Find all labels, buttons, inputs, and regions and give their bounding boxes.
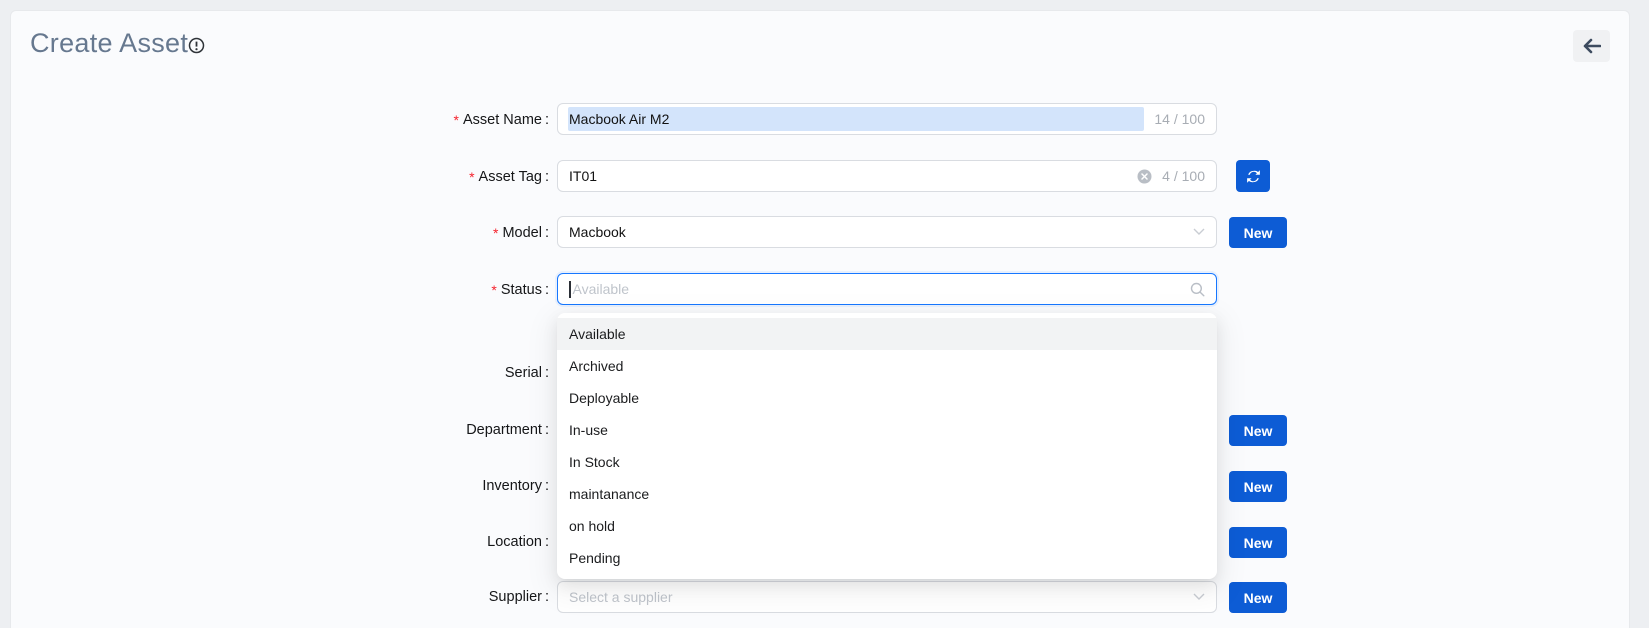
dropdown-option[interactable]: Deployable (557, 382, 1217, 414)
location-label: Location: (200, 526, 549, 558)
status-label: *Status: (200, 273, 549, 306)
dropdown-option[interactable]: maintanance (557, 478, 1217, 510)
asset-tag-counter: 4 / 100 (1162, 168, 1205, 184)
required-marker: * (493, 225, 498, 241)
dropdown-option[interactable]: In-use (557, 414, 1217, 446)
inventory-label: Inventory: (200, 470, 549, 502)
status-search-input[interactable]: Available (557, 273, 1217, 305)
text-cursor (569, 281, 571, 298)
asset-name-input[interactable]: Macbook Air M2 14 / 100 (557, 103, 1217, 135)
info-icon[interactable] (188, 37, 205, 54)
new-model-button[interactable]: New (1229, 217, 1287, 248)
required-marker: * (469, 169, 474, 185)
page-title: Create Asset (30, 28, 188, 59)
asset-name-value: Macbook Air M2 (569, 111, 669, 127)
search-icon (1190, 282, 1205, 297)
dropdown-option[interactable]: Pending (557, 542, 1217, 574)
dropdown-option[interactable]: Archived (557, 350, 1217, 382)
supplier-select[interactable]: Select a supplier (557, 581, 1217, 613)
asset-tag-input[interactable]: IT01 4 / 100 (557, 160, 1217, 192)
generate-asset-tag-button[interactable] (1236, 160, 1270, 192)
asset-name-counter: 14 / 100 (1154, 111, 1205, 127)
asset-tag-value: IT01 (569, 168, 597, 184)
required-marker: * (454, 112, 459, 128)
model-label: *Model: (200, 216, 549, 249)
back-button[interactable] (1573, 30, 1610, 62)
new-location-button[interactable]: New (1229, 527, 1287, 558)
required-marker: * (491, 282, 496, 298)
dropdown-option[interactable]: In Stock (557, 446, 1217, 478)
chevron-down-icon (1193, 228, 1205, 236)
refresh-icon (1245, 168, 1262, 185)
dropdown-option[interactable]: Available (557, 318, 1217, 350)
asset-name-label: *Asset Name: (200, 103, 549, 136)
status-placeholder: Available (573, 281, 630, 297)
status-dropdown: Available Archived Deployable In-use In … (557, 313, 1217, 579)
new-inventory-button[interactable]: New (1229, 471, 1287, 502)
model-value: Macbook (569, 224, 626, 240)
asset-tag-label: *Asset Tag: (200, 160, 549, 193)
dropdown-option[interactable]: on hold (557, 510, 1217, 542)
new-supplier-button[interactable]: New (1229, 582, 1287, 613)
model-select[interactable]: Macbook (557, 216, 1217, 248)
clear-icon[interactable] (1137, 169, 1152, 184)
supplier-label: Supplier: (200, 581, 549, 613)
department-label: Department: (200, 414, 549, 446)
serial-label: Serial: (200, 357, 549, 389)
arrow-left-icon (1582, 38, 1601, 54)
supplier-placeholder: Select a supplier (569, 589, 673, 605)
chevron-down-icon (1193, 593, 1205, 601)
new-department-button[interactable]: New (1229, 415, 1287, 446)
